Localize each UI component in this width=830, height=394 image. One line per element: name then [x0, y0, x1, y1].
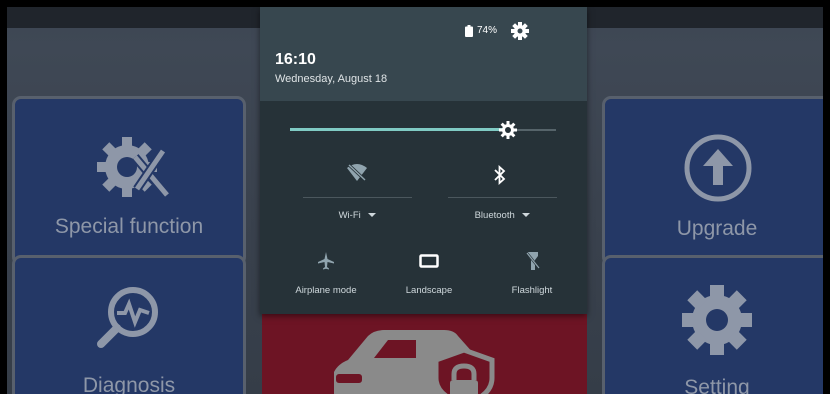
flashlight-off-icon[interactable] [526, 251, 540, 271]
airplane-icon[interactable] [317, 251, 335, 271]
wifi-dropdown-icon[interactable] [368, 213, 377, 218]
gear-wrench-icon [97, 137, 171, 198]
upgrade-label: Upgrade [676, 217, 758, 240]
special-function-tile[interactable]: Special function [12, 96, 246, 266]
wifi-label: Wi-Fi [338, 210, 361, 221]
diagnosis-tile[interactable]: Diagnosis [12, 255, 246, 394]
bluetooth-divider [448, 197, 557, 198]
landscape-icon[interactable] [419, 254, 439, 268]
upgrade-arrow-icon [684, 134, 752, 202]
bluetooth-label: Bluetooth [474, 210, 515, 221]
flashlight-label[interactable]: Flashlight [486, 285, 578, 296]
wifi-off-icon[interactable] [346, 163, 368, 183]
diagnosis-icon [97, 287, 158, 348]
gear-icon [682, 285, 752, 355]
brightness-thumb-icon[interactable] [499, 121, 517, 139]
bluetooth-icon[interactable] [494, 165, 506, 185]
settings-gear-icon[interactable] [511, 22, 529, 40]
quick-settings-panel: 74% 16:10 Wednesday, August 18 Wi-Fi Blu… [260, 7, 587, 314]
setting-tile[interactable]: Setting [602, 255, 823, 394]
clock-time: 16:10 [275, 51, 316, 68]
diagnosis-label: Diagnosis [82, 374, 176, 394]
battery-percentage: 74% [477, 25, 498, 36]
airplane-mode-label[interactable]: Airplane mode [280, 285, 372, 296]
launcher-home: Special function Diagnosis Upgrade Setti… [7, 7, 823, 394]
car-lock-icon [334, 330, 495, 394]
date-text: Wednesday, August 18 [275, 73, 388, 85]
bluetooth-dropdown-icon[interactable] [522, 213, 531, 218]
battery-icon [465, 25, 473, 37]
security-tile[interactable] [262, 314, 587, 394]
bluetooth-toggle[interactable]: Bluetooth [448, 210, 557, 221]
wifi-divider [303, 197, 412, 198]
upgrade-tile[interactable]: Upgrade [602, 96, 823, 266]
brightness-fill [290, 128, 508, 131]
brightness-slider[interactable] [290, 121, 556, 139]
setting-label: Setting [684, 376, 750, 394]
landscape-label[interactable]: Landscape [383, 285, 475, 296]
special-function-label: Special function [54, 215, 204, 238]
wifi-toggle[interactable]: Wi-Fi [303, 210, 412, 221]
screen: Special function Diagnosis Upgrade Setti… [0, 0, 830, 394]
quick-settings-header: 74% 16:10 Wednesday, August 18 [260, 7, 587, 101]
